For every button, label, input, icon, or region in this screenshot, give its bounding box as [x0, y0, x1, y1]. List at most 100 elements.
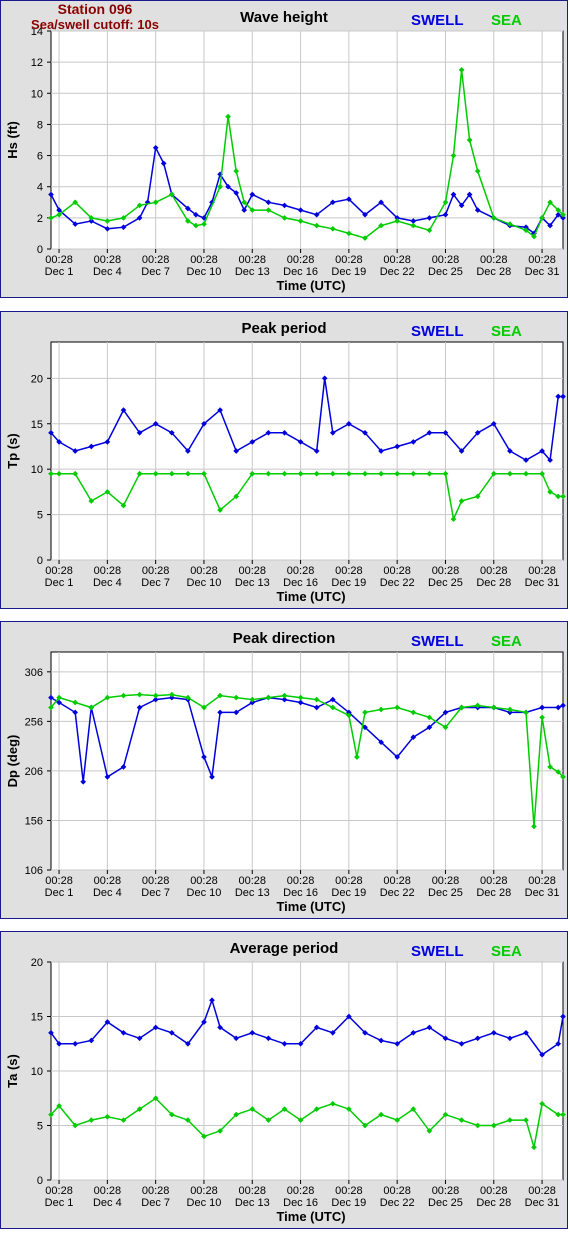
y-axis-title: Hs (ft) [5, 121, 20, 159]
x-axis-title: Time (UTC) [276, 278, 345, 293]
x-tick-date: Dec 25 [428, 577, 463, 589]
y-tick-label: 5 [37, 1121, 43, 1133]
x-tick-time: 00:28 [238, 875, 266, 887]
x-tick-date: Dec 16 [283, 577, 318, 589]
x-tick-time: 00:28 [528, 254, 556, 266]
x-tick-time: 00:28 [190, 254, 218, 266]
legend-swell: SWELL [411, 323, 464, 340]
x-tick-time: 00:28 [383, 1185, 411, 1197]
x-tick-time: 00:28 [94, 254, 122, 266]
x-tick-time: 00:28 [480, 1185, 508, 1197]
x-tick-time: 00:28 [287, 565, 315, 577]
plot-area [50, 30, 564, 250]
x-tick-time: 00:28 [287, 254, 315, 266]
x-tick-time: 00:28 [383, 254, 411, 266]
x-tick-date: Dec 25 [428, 1197, 463, 1209]
x-tick-time: 00:28 [190, 875, 218, 887]
y-tick-label: 0 [37, 555, 43, 567]
x-tick-date: Dec 16 [283, 266, 318, 278]
x-tick-time: 00:28 [528, 1185, 556, 1197]
x-tick-date: Dec 7 [141, 577, 170, 589]
x-tick-date: Dec 4 [93, 1197, 122, 1209]
x-tick-date: Dec 25 [428, 887, 463, 899]
x-tick-time: 00:28 [238, 1185, 266, 1197]
wave-height-chart: 0246810121400:28Dec 100:28Dec 400:28Dec … [5, 9, 566, 293]
y-axis-title: Dp (deg) [5, 735, 20, 788]
x-tick-date: Dec 28 [476, 887, 511, 899]
x-tick-date: Dec 28 [476, 266, 511, 278]
x-tick-time: 00:28 [432, 875, 460, 887]
x-tick-date: Dec 19 [331, 887, 366, 899]
y-axis-title: Tp (s) [5, 433, 20, 468]
x-tick-time: 00:28 [94, 565, 122, 577]
x-tick-date: Dec 10 [187, 266, 222, 278]
chart-title: Peak period [241, 320, 326, 337]
x-tick-date: Dec 25 [428, 266, 463, 278]
y-tick-label: 8 [37, 119, 43, 131]
x-tick-date: Dec 10 [187, 887, 222, 899]
x-tick-date: Dec 10 [187, 1197, 222, 1209]
x-tick-time: 00:28 [45, 565, 73, 577]
x-tick-time: 00:28 [45, 254, 73, 266]
x-tick-time: 00:28 [335, 254, 363, 266]
y-tick-label: 4 [37, 182, 43, 194]
x-tick-time: 00:28 [94, 1185, 122, 1197]
legend-swell: SWELL [411, 943, 464, 960]
x-tick-date: Dec 31 [525, 887, 560, 899]
y-tick-label: 5 [37, 510, 43, 522]
x-tick-date: Dec 31 [525, 1197, 560, 1209]
x-tick-date: Dec 31 [525, 577, 560, 589]
x-tick-date: Dec 16 [283, 887, 318, 899]
y-tick-label: 10 [31, 464, 43, 476]
x-tick-date: Dec 22 [380, 887, 415, 899]
y-tick-label: 206 [25, 766, 43, 778]
x-tick-date: Dec 4 [93, 266, 122, 278]
legend-sea: SEA [491, 12, 522, 29]
x-tick-time: 00:28 [142, 254, 170, 266]
x-tick-time: 00:28 [94, 875, 122, 887]
x-tick-date: Dec 1 [45, 577, 74, 589]
x-tick-time: 00:28 [432, 1185, 460, 1197]
x-tick-date: Dec 22 [380, 1197, 415, 1209]
y-tick-label: 10 [31, 88, 43, 100]
y-tick-label: 306 [25, 667, 43, 679]
legend-swell: SWELL [411, 633, 464, 650]
legend-sea: SEA [491, 633, 522, 650]
plot-area [50, 341, 564, 561]
x-tick-time: 00:28 [335, 1185, 363, 1197]
x-tick-date: Dec 1 [45, 887, 74, 899]
x-tick-date: Dec 4 [93, 577, 122, 589]
x-tick-time: 00:28 [142, 1185, 170, 1197]
x-tick-time: 00:28 [142, 875, 170, 887]
x-tick-date: Dec 13 [235, 266, 270, 278]
y-tick-label: 6 [37, 151, 43, 163]
average-period-panel: 0 5 10 15 20 00:28 Dec 1 00:28 Dec 4 00:28 Dec 7 00… [0, 931, 568, 1229]
x-tick-date: Dec 19 [331, 577, 366, 589]
x-tick-time: 00:28 [528, 875, 556, 887]
x-tick-time: 00:28 [432, 254, 460, 266]
station-name: Station 096 [57, 1, 133, 17]
x-tick-date: Dec 19 [331, 1197, 366, 1209]
legend-sea: SEA [491, 943, 522, 960]
x-tick-date: Dec 4 [93, 887, 122, 899]
x-tick-date: Dec 13 [235, 577, 270, 589]
peak-direction-chart: 10615620625630600:28Dec 100:28Dec 400:28… [5, 630, 566, 914]
x-tick-time: 00:28 [190, 565, 218, 577]
x-tick-date: Dec 13 [235, 887, 270, 899]
x-axis-title: Time (UTC) [276, 1209, 345, 1224]
chart-title: Peak direction [233, 630, 336, 647]
x-tick-time: 00:28 [287, 1185, 315, 1197]
y-tick-label: 10 [31, 1066, 43, 1078]
plot-area [50, 651, 564, 871]
y-tick-label: 12 [31, 57, 43, 69]
x-tick-time: 00:28 [238, 254, 266, 266]
x-tick-time: 00:28 [45, 875, 73, 887]
y-tick-label: 15 [31, 1012, 43, 1024]
y-tick-label: 20 [31, 373, 43, 385]
x-tick-date: Dec 31 [525, 266, 560, 278]
chart-title: Wave height [240, 9, 328, 26]
y-tick-label: 20 [31, 957, 43, 969]
x-tick-date: Dec 16 [283, 1197, 318, 1209]
x-tick-time: 00:28 [480, 254, 508, 266]
x-tick-time: 00:28 [383, 565, 411, 577]
